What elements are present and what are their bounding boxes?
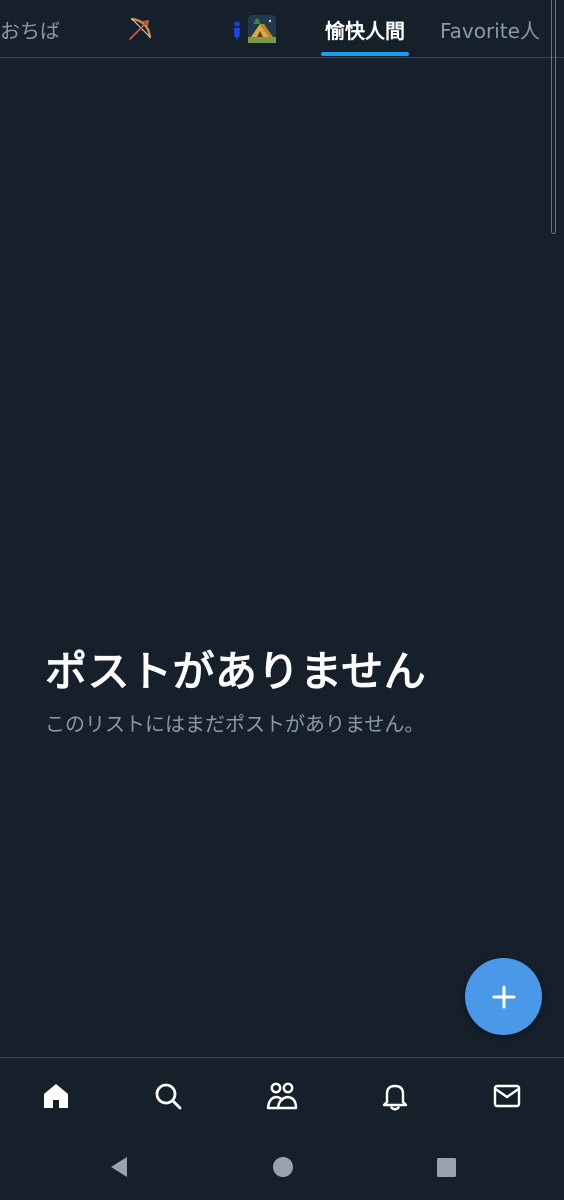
nav-search[interactable] <box>148 1076 188 1116</box>
communities-icon <box>266 1082 298 1110</box>
scrollbar[interactable] <box>551 0 556 234</box>
home-icon <box>44 1084 68 1108</box>
list-tab-bar: おちば 愉快人間 Favorite人 <box>0 0 564 58</box>
back-icon <box>111 1157 127 1177</box>
tab-yukai-ningen[interactable]: 愉快人間 <box>318 0 412 58</box>
mail-icon <box>493 1084 521 1108</box>
recents-icon <box>437 1158 456 1177</box>
nav-home[interactable] <box>36 1076 76 1116</box>
search-icon <box>155 1083 182 1110</box>
tab-ochiba[interactable]: おちば <box>0 0 68 58</box>
system-navigation-bar <box>0 1135 564 1200</box>
empty-state-subtitle: このリストにはまだポストがありません。 <box>45 712 425 736</box>
active-tab-indicator <box>321 52 409 56</box>
home-circle-icon <box>273 1157 293 1177</box>
tab-favorite[interactable]: Favorite人 <box>440 0 560 58</box>
bow-and-arrow-icon <box>129 17 152 40</box>
tab-yukai-ningen-label: 愉快人間 <box>325 18 405 43</box>
camping-icon <box>248 15 276 43</box>
person-icon <box>234 21 240 42</box>
nav-messages[interactable] <box>487 1076 527 1116</box>
empty-state-title: ポストがありません <box>45 647 427 696</box>
system-home-button[interactable] <box>268 1152 298 1182</box>
system-back-button[interactable] <box>104 1152 134 1182</box>
screen: おちば 愉快人間 Favorite人 ポストがありません このリストにはまだポス… <box>0 0 564 1200</box>
bell-icon <box>382 1084 408 1111</box>
compose-post-button[interactable] <box>465 958 542 1035</box>
tab-bow[interactable] <box>120 0 160 58</box>
nav-communities[interactable] <box>262 1076 302 1116</box>
nav-notifications[interactable] <box>375 1076 415 1116</box>
tab-camping[interactable] <box>226 0 280 58</box>
bottom-navigation <box>0 1057 564 1135</box>
plus-icon <box>492 985 515 1008</box>
system-recents-button[interactable] <box>431 1152 461 1182</box>
tab-favorite-label: Favorite人 <box>440 18 540 43</box>
tab-ochiba-label: おちば <box>0 18 60 43</box>
